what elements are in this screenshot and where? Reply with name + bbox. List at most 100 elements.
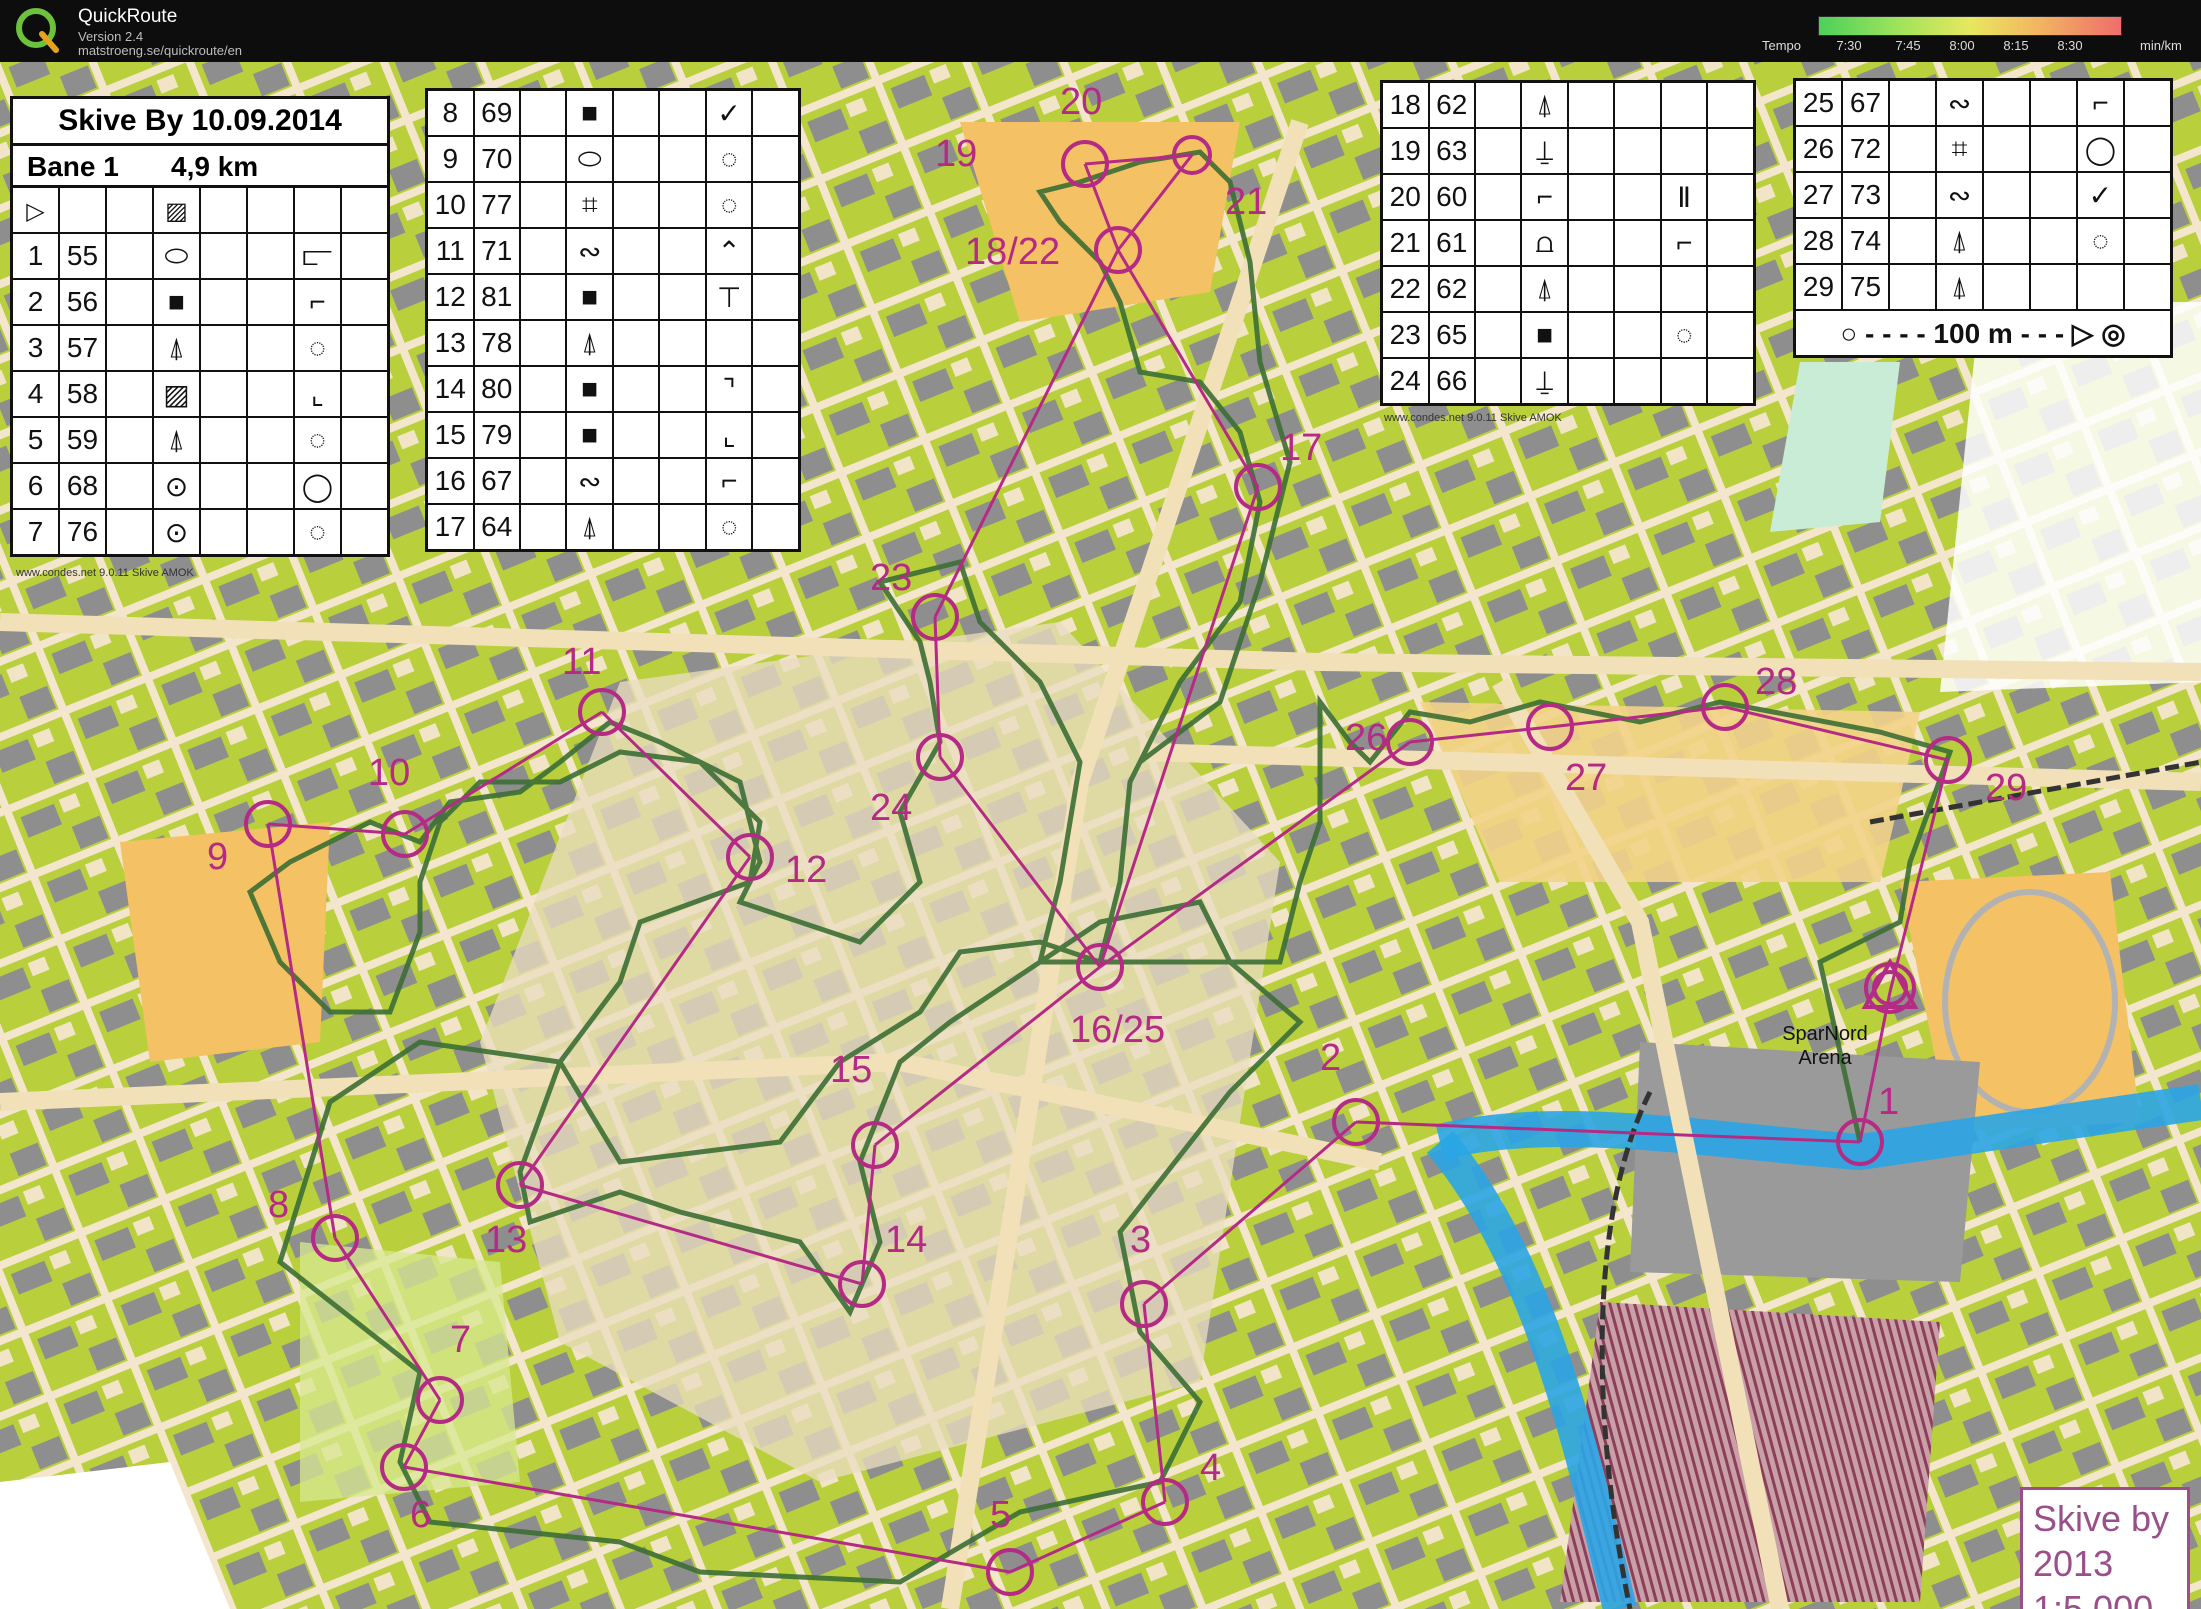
- location-symbol: ◌: [2075, 217, 2125, 265]
- feature-symbol: ∾: [1934, 171, 1984, 219]
- other-cell: [2122, 217, 2173, 265]
- description-row: 26 72 ⌗ ◯: [1793, 125, 2173, 173]
- control-code: 61: [1427, 219, 1476, 267]
- control-code: 56: [58, 278, 107, 326]
- which-of-similar-cell: [1473, 311, 1523, 359]
- other-cell: [339, 370, 390, 418]
- location-symbol: ✓: [2075, 171, 2125, 219]
- control-code: 67: [1841, 78, 1890, 127]
- location-symbol: [1659, 80, 1709, 129]
- control-label: 1: [1878, 1081, 1899, 1123]
- map-note-line: 2013: [2033, 1543, 2114, 1584]
- other-cell: [2122, 171, 2173, 219]
- location-symbol: ⌝: [704, 365, 754, 413]
- other-cell: [339, 462, 390, 510]
- other-cell: [751, 319, 801, 367]
- control-number: 6: [10, 462, 60, 510]
- app-titlebar: QuickRoute Version 2.4 matstroeng.se/qui…: [0, 0, 2201, 62]
- description-row: 4 58 ▨ ⌞: [10, 370, 390, 418]
- control-number: 11: [425, 227, 475, 275]
- start-row: ▷ ▨: [10, 185, 390, 234]
- rough-open-icon: ▨: [151, 185, 201, 234]
- dimension-cell: [2028, 171, 2078, 219]
- control-code: 78: [472, 319, 521, 367]
- other-cell: [339, 278, 390, 326]
- which-of-similar-cell: [1473, 265, 1523, 313]
- description-row: 18 62 ⍋: [1380, 80, 1756, 129]
- control-label: 23: [870, 557, 912, 599]
- control-code: 80: [472, 365, 521, 413]
- other-cell: [339, 508, 390, 557]
- finish-distance: ○ - - - - 100 m - - - ▷ ◎: [1840, 317, 2126, 349]
- control-label: 6: [410, 1494, 431, 1536]
- control-label: 18/22: [965, 231, 1060, 273]
- tempo-color-scale[interactable]: [1818, 16, 2122, 36]
- dimension-cell: [245, 370, 295, 418]
- tempo-tick: 8:15: [2003, 38, 2029, 53]
- feature-symbol: ⍋: [1934, 263, 1984, 311]
- description-row: 20 60 ⌐ Ⅱ: [1380, 173, 1756, 221]
- dimension-cell: [245, 416, 295, 464]
- appearance-cell: [1566, 311, 1616, 359]
- location-symbol: ⌞: [292, 370, 342, 418]
- description-row: 25 67 ∾ ⌐: [1793, 78, 2173, 127]
- arena-label-line: Arena: [1798, 1047, 1852, 1069]
- location-symbol: ⫍: [292, 232, 342, 280]
- finish-row: ○ - - - - 100 m - - - ▷ ◎: [1793, 309, 2173, 358]
- feature-symbol: ▨: [151, 370, 201, 418]
- control-label: 2: [1320, 1037, 1341, 1079]
- appearance-cell: [611, 135, 661, 183]
- description-row: 23 65 ■ ◌: [1380, 311, 1756, 359]
- appearance-cell: [198, 508, 248, 557]
- control-number: 22: [1380, 265, 1430, 313]
- location-symbol: ◌: [292, 416, 342, 464]
- feature-symbol: ■: [565, 411, 614, 459]
- dimension-cell: [658, 411, 707, 459]
- description-table-2: 8 69 ■ ✓ 9 70 ⬭ ◌ 10 77 ⌗ ◌ 11 71 ∾ ⌃ 12 81 ■ ⊤ 13 78 ⍋ 14 80 ■ ⌝ 1…: [425, 88, 801, 552]
- control-label: 12: [785, 849, 827, 891]
- which-of-similar-cell: [104, 278, 154, 326]
- feature-symbol: ■: [565, 365, 614, 413]
- dimension-cell: [658, 135, 707, 183]
- location-symbol: ⌞: [704, 411, 754, 459]
- dimension-cell: [2028, 217, 2078, 265]
- other-cell: [751, 503, 801, 552]
- control-code: 81: [472, 273, 521, 321]
- control-code: 74: [1841, 217, 1890, 265]
- location-symbol: ✓: [704, 88, 754, 137]
- dimension-cell: [1613, 311, 1662, 359]
- which-of-similar-cell: [518, 135, 568, 183]
- description-row: 22 62 ⍋: [1380, 265, 1756, 313]
- control-label: 10: [368, 752, 410, 794]
- feature-symbol: ⍋: [1520, 265, 1569, 313]
- appearance-cell: [198, 232, 248, 280]
- description-row: 11 71 ∾ ⌃: [425, 227, 801, 275]
- dimension-cell: [1613, 357, 1662, 406]
- feature-symbol: ⍋: [1520, 80, 1569, 129]
- which-of-similar-cell: [1887, 217, 1937, 265]
- other-cell: [751, 135, 801, 183]
- other-cell: [1706, 173, 1756, 221]
- location-symbol: ◌: [292, 508, 342, 557]
- appearance-cell: [198, 324, 248, 372]
- control-code: 60: [1427, 173, 1476, 221]
- control-number: 12: [425, 273, 475, 321]
- appearance-cell: [1981, 171, 2031, 219]
- location-symbol: ⌐: [2075, 78, 2125, 127]
- appearance-cell: [198, 370, 248, 418]
- which-of-similar-cell: [518, 457, 568, 505]
- location-symbol: ⌐: [1659, 219, 1709, 267]
- description-row: 13 78 ⍋: [425, 319, 801, 367]
- description-row: 6 68 ⊙ ◯: [10, 462, 390, 510]
- feature-symbol: ⍋: [565, 503, 614, 552]
- control-code: 58: [58, 370, 107, 418]
- which-of-similar-cell: [104, 462, 154, 510]
- description-row: 1 55 ⬭ ⫍: [10, 232, 390, 280]
- description-row: 29 75 ⍋: [1793, 263, 2173, 311]
- control-label: 11: [562, 641, 601, 683]
- control-label: 16/25: [1070, 1009, 1165, 1051]
- feature-symbol: ⍊: [1520, 357, 1569, 406]
- map-note-line: Skive by: [2033, 1498, 2170, 1539]
- which-of-similar-cell: [1887, 125, 1937, 173]
- control-code: 67: [472, 457, 521, 505]
